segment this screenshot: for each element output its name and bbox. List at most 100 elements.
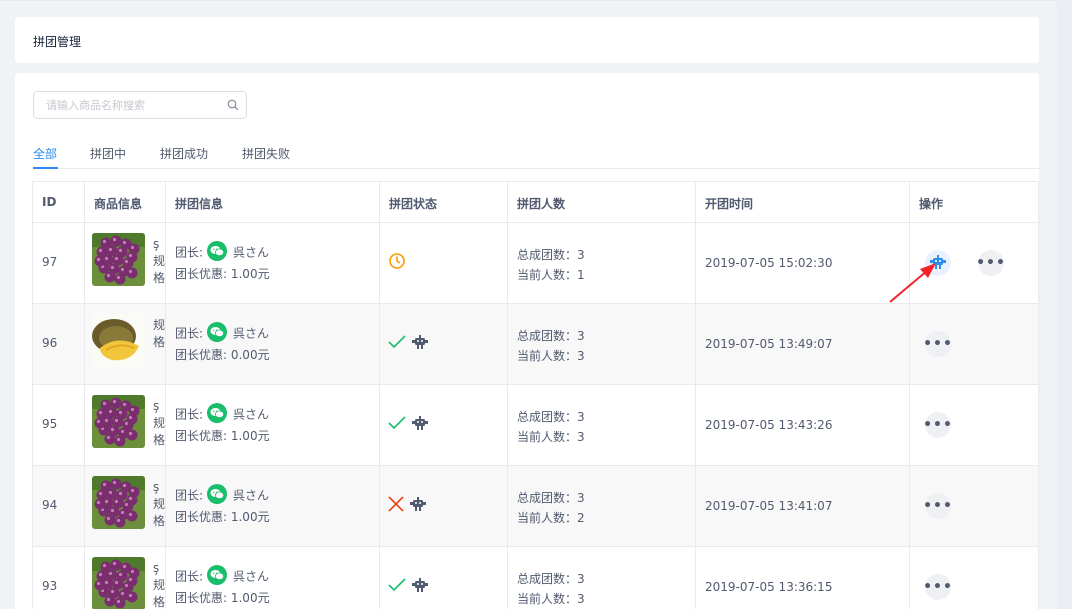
robot-icon [410,496,426,514]
tab-all[interactable]: 全部 [33,145,57,162]
wechat-icon [207,403,228,423]
more-button[interactable]: ••• [923,574,953,600]
leader-label: 团长: [175,326,204,341]
leader-line: 团长: 呉さん [175,403,270,425]
leader-label: 团长: [175,569,204,584]
leader-name: 呉さん [233,245,270,260]
start-time-cell: 2019-07-05 13:36:15 [696,547,910,609]
status-cell [380,466,508,546]
tab-in-progress[interactable]: 拼团中 [90,145,126,162]
start-time: 2019-07-05 13:43:26 [705,418,833,432]
group-status [388,415,428,433]
leader-label: 团长: [175,245,204,260]
row-id: 96 [42,336,58,350]
check-icon [388,415,406,433]
actions-cell: ••• [910,547,1039,609]
leader-name: 呉さん [233,569,270,584]
members-cell: 总成团数：3 当前人数：2 [508,466,696,546]
robot-icon [930,254,946,272]
column-header-group-info: 拼团信息 [166,182,380,222]
product-image [92,476,145,529]
tab-success[interactable]: 拼团成功 [160,145,208,162]
table-row: 94 ş规格 团长: 呉さん 团长优惠: 1.00元 总成团数：3 当前人数：2 2019-0… [33,466,1039,547]
check-icon [388,334,406,352]
search-box[interactable] [33,91,247,119]
start-time: 2019-07-05 13:49:07 [705,337,833,351]
start-time: 2019-07-05 13:36:15 [705,580,833,594]
page-header: 拼团管理 [15,17,1039,63]
status-cell [380,304,508,384]
product-spec: ş规格 [153,237,165,285]
more-icon: ••• [976,255,1006,271]
more-button[interactable]: ••• [923,412,952,438]
row-id: 93 [42,579,58,593]
start-time-cell: 2019-07-05 13:43:26 [696,385,910,465]
robot-icon [412,577,428,595]
members-cell: 总成团数：3 当前人数：3 [508,385,696,465]
tab-failed[interactable]: 拼团失败 [242,145,290,162]
members-cell: 总成团数：3 当前人数：3 [508,547,696,609]
current-members: 当前人数：3 [517,349,585,363]
page-title: 拼团管理 [33,35,82,49]
table-row: 95 ş规格 团长: 呉さん 团长优惠: 1.00元 总成团数：3 当前人数：3 2019-0… [33,385,1039,466]
actions-cell: ••• [910,385,1039,465]
more-button[interactable]: ••• [976,250,1006,276]
table-header: ID 商品信息 拼团信息 拼团状态 拼团人数 开团时间 操作 [33,182,1039,223]
total-groups: 总成团数：3 [517,329,585,343]
status-cell [380,223,508,303]
product-image [92,557,145,609]
tabs-divider [33,168,1039,169]
product-cell: 规格 [85,304,166,384]
column-header-status: 拼团状态 [380,182,508,222]
row-id: 94 [42,498,58,512]
leader-line: 团长: 呉さん [175,565,270,587]
more-button[interactable]: ••• [923,493,952,519]
product-cell: ş规格 [85,547,166,609]
group-info-cell: 团长: 呉さん 团长优惠: 1.00元 [166,466,380,546]
total-groups: 总成团数：3 [517,248,585,262]
current-members: 当前人数：3 [517,430,585,444]
page-edge [1057,0,1072,609]
id-cell: 97 [33,223,85,303]
start-time-cell: 2019-07-05 13:41:07 [696,466,910,546]
start-time: 2019-07-05 13:41:07 [705,499,833,513]
leader-discount: 团长优惠: 1.00元 [175,591,270,605]
product-cell: ş规格 [85,223,166,303]
group-info-cell: 团长: 呉さん 团长优惠: 0.00元 [166,304,380,384]
clock-icon [388,252,406,273]
total-groups: 总成团数：3 [517,410,585,424]
table-row: 97 ş规格 团长: 呉さん 团长优惠: 1.00元 总成团数：3 当前人数：1 2019-0… [33,223,1039,304]
more-button[interactable]: ••• [923,331,953,357]
actions-cell: ••• [910,466,1039,546]
search-input[interactable] [34,92,226,118]
product-image [92,314,145,367]
product-cell: ş规格 [85,385,166,465]
product-image [92,395,145,448]
more-icon: ••• [923,336,953,352]
group-status [388,252,406,273]
more-icon: ••• [923,579,953,595]
group-info-cell: 团长: 呉さん 团长优惠: 1.00元 [166,385,380,465]
leader-label: 团长: [175,407,204,422]
actions-cell: ••• [910,304,1039,384]
view-group-button[interactable] [925,250,951,276]
product-spec: ş规格 [153,399,165,447]
leader-line: 团长: 呉さん [175,484,269,506]
column-header-actions: 操作 [910,182,1039,222]
members-cell: 总成团数：3 当前人数：1 [508,223,696,303]
id-cell: 96 [33,304,85,384]
start-time-cell: 2019-07-05 15:02:30 [696,223,910,303]
group-buy-table: ID 商品信息 拼团信息 拼团状态 拼团人数 开团时间 操作 97 ş规格 团长: 呉… [32,181,1039,609]
leader-name: 呉さん [233,407,270,422]
robot-icon [412,334,428,352]
row-id: 95 [42,417,58,431]
search-icon[interactable] [227,99,239,111]
column-header-id: ID [33,182,85,222]
leader-name: 呉さん [233,326,270,341]
column-header-start-time: 开团时间 [696,182,910,222]
main-content-card: 全部 拼团中 拼团成功 拼团失败 ID 商品信息 拼团信息 拼团状态 拼团人数 … [15,73,1039,609]
id-cell: 93 [33,547,85,609]
actions-cell: ••• [910,223,1039,303]
group-status [388,495,426,514]
column-header-members: 拼团人数 [508,182,696,222]
